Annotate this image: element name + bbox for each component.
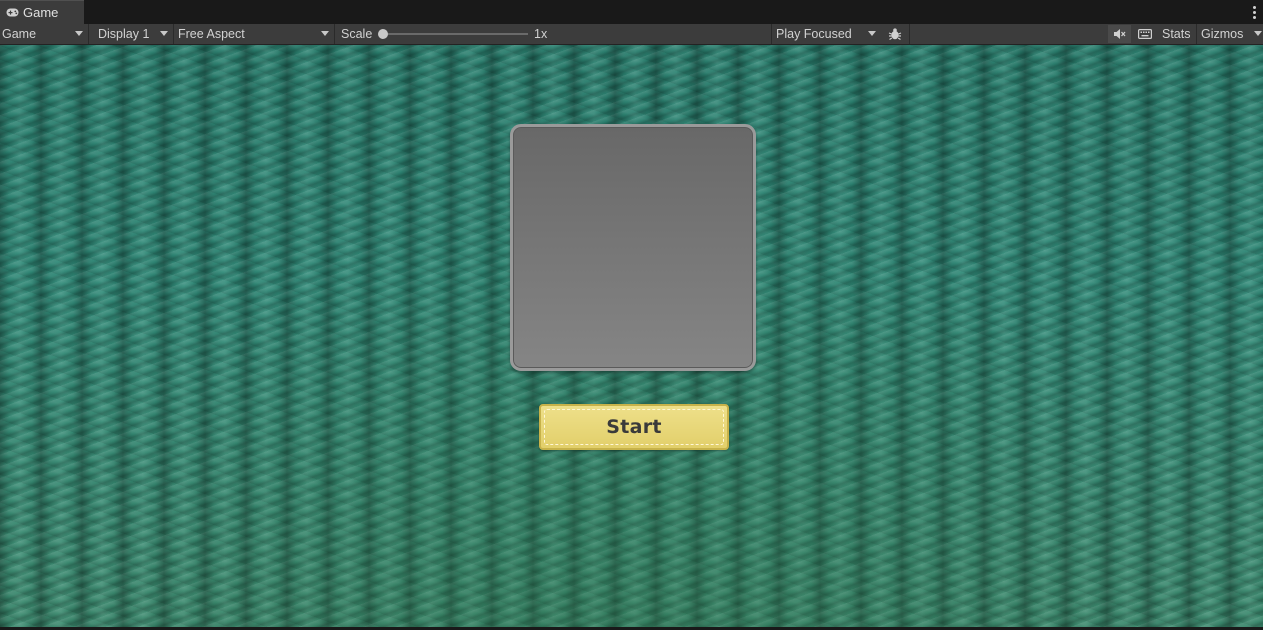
preview-panel bbox=[510, 124, 756, 371]
gizmos-dropdown[interactable]: Gizmos bbox=[1199, 24, 1263, 44]
tab-game-label: Game bbox=[23, 5, 59, 20]
gamepad-icon bbox=[6, 8, 19, 17]
display-dropdown[interactable]: Display 1 bbox=[96, 24, 173, 44]
aspect-dropdown-label: Free Aspect bbox=[178, 27, 245, 41]
game-viewport[interactable]: Start bbox=[0, 45, 1263, 627]
divider bbox=[88, 24, 89, 44]
chevron-down-icon bbox=[868, 31, 876, 36]
tab-game[interactable]: Game bbox=[0, 0, 84, 24]
bug-icon bbox=[888, 28, 902, 41]
view-dropdown-label: Game bbox=[2, 27, 37, 41]
chevron-down-icon bbox=[75, 31, 83, 36]
mute-icon bbox=[1114, 29, 1126, 39]
mute-audio-button[interactable] bbox=[1108, 25, 1131, 43]
view-dropdown[interactable]: Game bbox=[0, 24, 88, 44]
divider bbox=[909, 24, 910, 44]
divider bbox=[173, 24, 174, 44]
display-dropdown-label: Display 1 bbox=[98, 27, 150, 41]
chevron-down-icon bbox=[321, 31, 329, 36]
aspect-dropdown[interactable]: Free Aspect bbox=[176, 24, 334, 44]
debug-toggle-button[interactable] bbox=[884, 25, 906, 43]
scale-slider-track[interactable] bbox=[383, 33, 528, 35]
chevron-down-icon bbox=[1254, 31, 1262, 36]
gizmos-label: Gizmos bbox=[1201, 27, 1244, 41]
play-mode-dropdown[interactable]: Play Focused bbox=[774, 24, 881, 44]
more-options-icon[interactable] bbox=[1249, 4, 1259, 20]
shortcuts-button[interactable] bbox=[1133, 25, 1156, 43]
scale-slider-handle[interactable] bbox=[378, 29, 388, 39]
chevron-down-icon bbox=[160, 31, 168, 36]
divider bbox=[1196, 24, 1197, 44]
editor-tab-bar: Game bbox=[0, 0, 1263, 24]
scale-label: Scale bbox=[341, 27, 373, 41]
play-mode-dropdown-label: Play Focused bbox=[776, 27, 852, 41]
divider bbox=[771, 24, 772, 44]
keyboard-icon bbox=[1137, 29, 1152, 39]
start-button-label: Start bbox=[606, 416, 662, 438]
start-button[interactable]: Start bbox=[539, 404, 729, 450]
stats-button[interactable]: Stats bbox=[1162, 24, 1191, 44]
game-view-toolbar: Game Display 1 Free Aspect Scale 1x Play… bbox=[0, 24, 1263, 45]
scale-value: 1x bbox=[534, 27, 548, 41]
divider bbox=[334, 24, 335, 44]
